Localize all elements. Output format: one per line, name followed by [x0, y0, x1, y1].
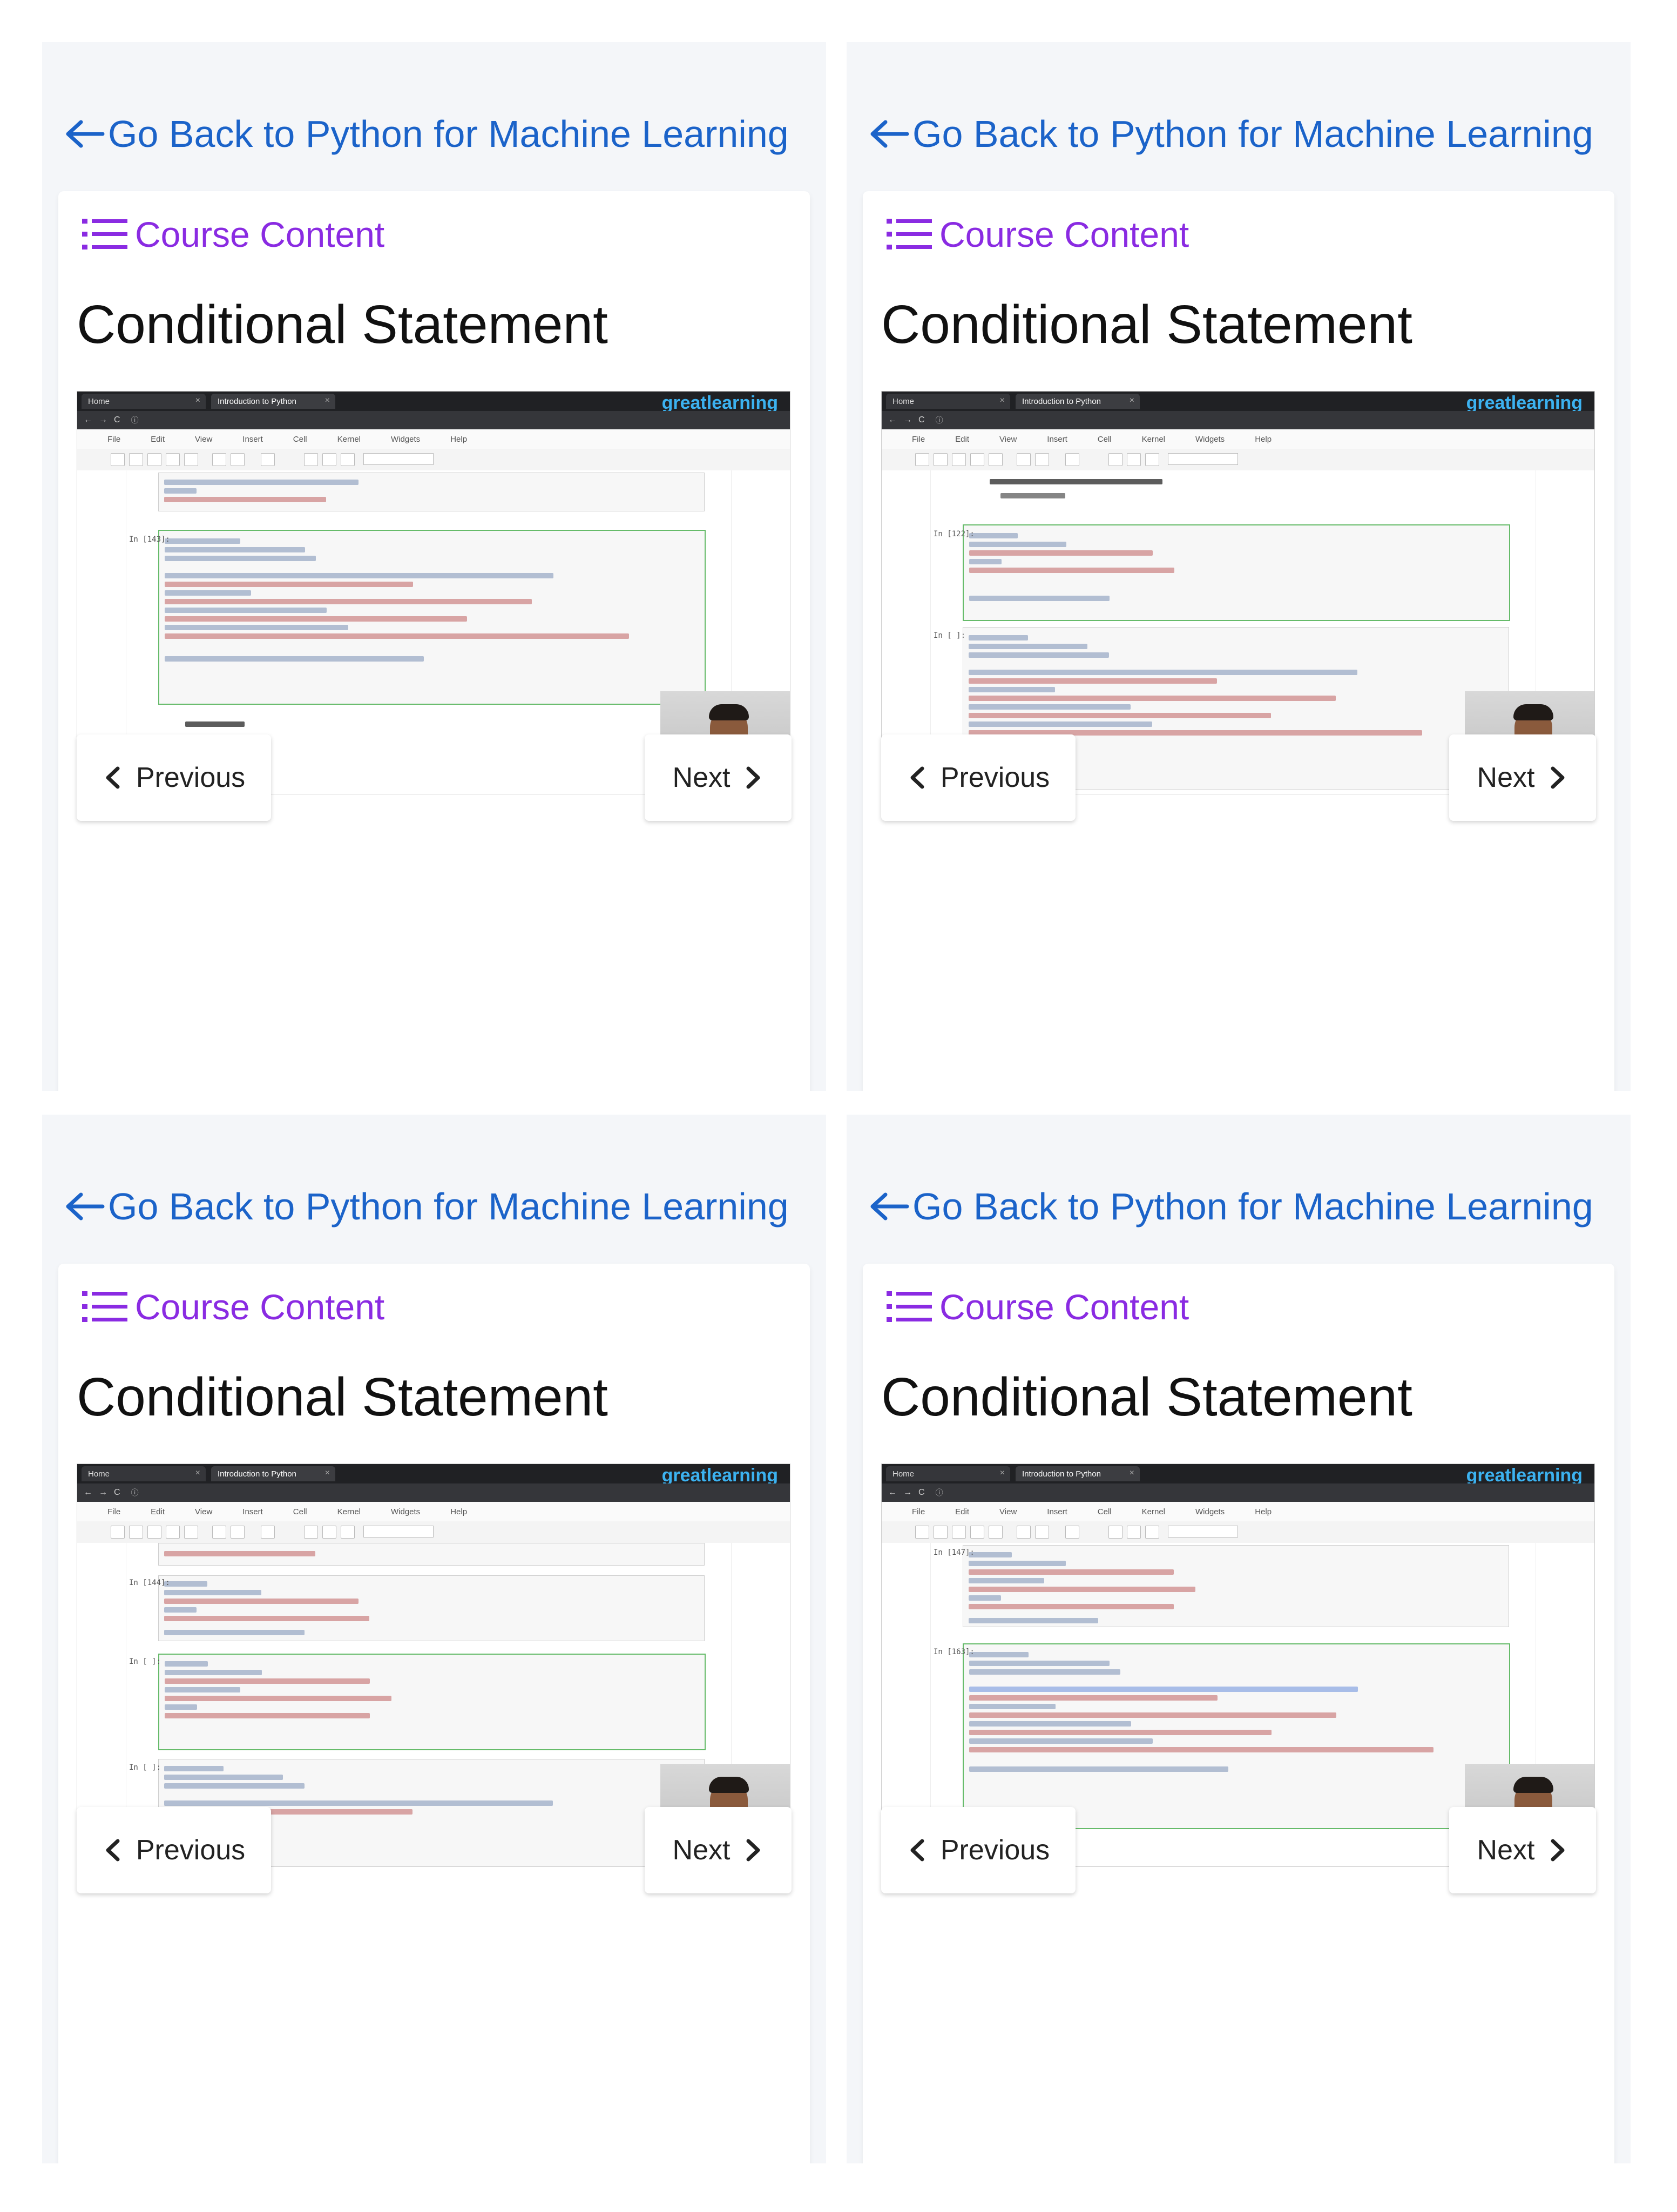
course-content-label: Course Content	[939, 214, 1189, 254]
next-label: Next	[672, 1835, 731, 1866]
list-icon	[82, 219, 127, 249]
browser-tab: Introduction to Python ×	[1016, 1466, 1140, 1481]
lesson-panel-1: Go Back to Python for Machine Learning C…	[42, 42, 826, 1091]
course-content-toggle[interactable]: Course Content	[82, 1280, 384, 1334]
lesson-video[interactable]: Home × Introduction to Python × greatlearn…	[77, 1464, 790, 1867]
notebook-menu: File Edit View Insert Cell Kernel Widgets Help	[882, 1502, 1594, 1522]
previous-button[interactable]: Previous	[77, 1807, 271, 1893]
browser-tab: Home ×	[886, 394, 1010, 409]
previous-label: Previous	[940, 1835, 1050, 1866]
browser-tab-bar: Home × Introduction to Python × greatlearn…	[882, 392, 1594, 413]
browser-tab: Introduction to Python ×	[211, 394, 335, 409]
lesson-title: Conditional Statement	[881, 1367, 1412, 1427]
chevron-right-icon	[746, 766, 760, 789]
lesson-card: Course Content Conditional Statement Hom…	[863, 1264, 1614, 2163]
go-back-link[interactable]: Go Back to Python for Machine Learning	[868, 107, 1593, 161]
previous-label: Previous	[136, 762, 246, 793]
browser-tab-bar: Home × Introduction to Python × greatlearn…	[882, 1464, 1594, 1486]
lesson-card: Course Content Conditional Statement Hom…	[58, 191, 810, 1091]
previous-label: Previous	[940, 762, 1050, 793]
previous-button[interactable]: Previous	[77, 734, 271, 821]
chevron-right-icon	[1551, 766, 1565, 789]
lesson-video[interactable]: Home × Introduction to Python × greatlearn…	[881, 391, 1595, 794]
address-bar: ←→C ⓘ	[882, 411, 1594, 429]
previous-label: Previous	[136, 1835, 246, 1866]
course-content-toggle[interactable]: Course Content	[887, 207, 1189, 261]
go-back-link[interactable]: Go Back to Python for Machine Learning	[64, 1179, 789, 1233]
next-label: Next	[672, 762, 731, 793]
notebook-toolbar	[882, 1521, 1594, 1543]
next-button[interactable]: Next	[645, 1807, 792, 1893]
chevron-right-icon	[1551, 1839, 1565, 1862]
browser-tab: Home ×	[82, 394, 206, 409]
go-back-label: Go Back to Python for Machine Learning	[912, 113, 1593, 155]
browser-tab: Introduction to Python ×	[1016, 394, 1140, 409]
course-content-label: Course Content	[135, 1287, 385, 1327]
browser-tab-bar: Home × Introduction to Python × greatlearn…	[77, 392, 790, 413]
next-label: Next	[1477, 762, 1535, 793]
list-icon	[887, 219, 932, 249]
lesson-card: Course Content Conditional Statement Hom…	[863, 191, 1614, 1091]
lesson-title: Conditional Statement	[77, 294, 608, 355]
notebook-menu: File Edit View Insert Cell Kernel Widgets Help	[77, 429, 790, 449]
address-bar: ←→C ⓘ	[77, 411, 790, 429]
next-button[interactable]: Next	[1449, 734, 1596, 821]
lesson-card: Course Content Conditional Statement Hom…	[58, 1264, 810, 2163]
course-content-label: Course Content	[939, 1287, 1189, 1327]
notebook-toolbar	[882, 449, 1594, 471]
list-icon	[887, 1291, 932, 1322]
go-back-link[interactable]: Go Back to Python for Machine Learning	[868, 1179, 1593, 1233]
previous-button[interactable]: Previous	[881, 734, 1076, 821]
previous-button[interactable]: Previous	[881, 1807, 1076, 1893]
notebook-toolbar	[77, 449, 790, 471]
address-bar: ←→C ⓘ	[882, 1483, 1594, 1502]
go-back-link[interactable]: Go Back to Python for Machine Learning	[64, 107, 789, 161]
course-content-toggle[interactable]: Course Content	[887, 1280, 1189, 1334]
chevron-left-icon	[910, 766, 924, 789]
course-content-toggle[interactable]: Course Content	[82, 207, 384, 261]
notebook-menu: File Edit View Insert Cell Kernel Widgets Help	[882, 429, 1594, 449]
next-button[interactable]: Next	[1449, 1807, 1596, 1893]
browser-tab: Home ×	[886, 1466, 1010, 1481]
arrow-left-icon	[66, 1192, 105, 1220]
lesson-title: Conditional Statement	[77, 1367, 608, 1427]
lesson-title: Conditional Statement	[881, 294, 1412, 355]
go-back-label: Go Back to Python for Machine Learning	[108, 1185, 789, 1228]
arrow-left-icon	[870, 1192, 909, 1220]
chevron-left-icon	[106, 1839, 120, 1862]
browser-tab: Introduction to Python ×	[211, 1466, 335, 1481]
chevron-left-icon	[910, 1839, 924, 1862]
arrow-left-icon	[870, 120, 909, 148]
lesson-panel-3: Go Back to Python for Machine Learning C…	[42, 1115, 826, 2163]
notebook-menu: File Edit View Insert Cell Kernel Widgets Help	[77, 1502, 790, 1522]
browser-tab-bar: Home × Introduction to Python × greatlearn…	[77, 1464, 790, 1486]
go-back-label: Go Back to Python for Machine Learning	[912, 1185, 1593, 1228]
address-bar: ←→C ⓘ	[77, 1483, 790, 1502]
chevron-left-icon	[106, 766, 120, 789]
lesson-video[interactable]: Home × Introduction to Python × greatlearn…	[881, 1464, 1595, 1867]
lesson-video[interactable]: Home × Introduction to Python × greatlearn…	[77, 391, 790, 794]
notebook-toolbar	[77, 1521, 790, 1543]
go-back-label: Go Back to Python for Machine Learning	[108, 113, 789, 155]
browser-tab: Home ×	[82, 1466, 206, 1481]
chevron-right-icon	[746, 1839, 760, 1862]
next-label: Next	[1477, 1835, 1535, 1866]
arrow-left-icon	[66, 120, 105, 148]
list-icon	[82, 1291, 127, 1322]
next-button[interactable]: Next	[645, 734, 792, 821]
lesson-panel-4: Go Back to Python for Machine Learning C…	[847, 1115, 1631, 2163]
lesson-panel-2: Go Back to Python for Machine Learning C…	[847, 42, 1631, 1091]
course-content-label: Course Content	[135, 214, 385, 254]
